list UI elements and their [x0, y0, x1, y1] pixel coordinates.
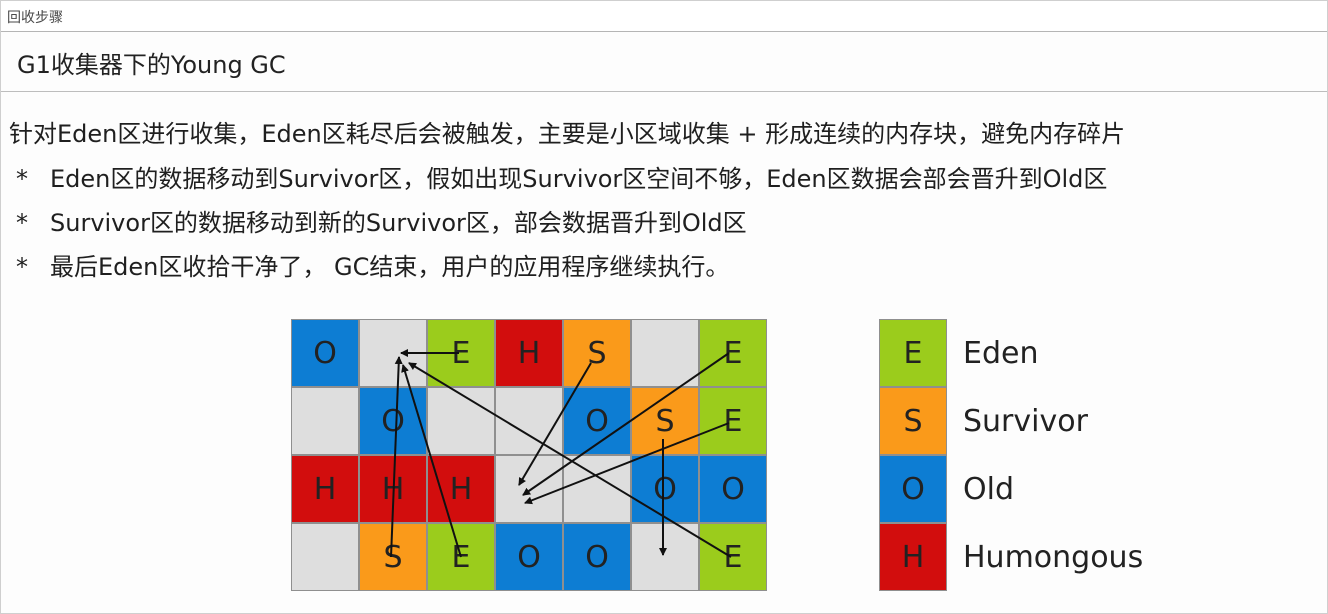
- bullet-item: * 最后Eden区收拾干净了， GC结束，用户的应用程序继续执行。: [16, 247, 729, 282]
- legend-key: O: [901, 471, 925, 507]
- bullet-marker: *: [16, 253, 28, 281]
- region-diagram: OEHSEOOSEHHHOOSEOOE: [291, 319, 767, 591]
- legend-label: Eden: [963, 335, 1039, 371]
- bullet-item: * Eden区的数据移动到Survivor区，假如出现Survivor区空间不够，…: [16, 159, 1107, 194]
- legend-swatch: S: [879, 387, 947, 455]
- arrow-line: [524, 422, 730, 505]
- legend-label: Survivor: [963, 403, 1088, 439]
- arrow-line: [390, 356, 403, 558]
- bullet-marker: *: [16, 209, 28, 237]
- legend-label: Old: [963, 471, 1014, 507]
- arrow-line: [408, 362, 732, 558]
- bullet-text: Eden区的数据移动到Survivor区，假如出现Survivor区空间不够，E…: [50, 165, 1108, 193]
- legend-key: H: [901, 539, 925, 575]
- window-title: 回收步骤: [7, 10, 63, 26]
- heading-divider: [1, 91, 1327, 92]
- legend-key: E: [903, 335, 923, 371]
- slide-window: 回收步骤 G1收集器下的Young GC 针对Eden区进行收集，Eden区耗尽…: [0, 0, 1328, 614]
- legend-item-eden: E Eden: [879, 319, 1179, 387]
- legend-item-humongous: H Humongous: [879, 523, 1179, 591]
- bullet-marker: *: [16, 165, 28, 193]
- legend-item-old: O Old: [879, 455, 1179, 523]
- copy-arrows: [390, 349, 732, 558]
- slide-heading: G1收集器下的Young GC: [17, 51, 286, 79]
- region-legend: E Eden S Survivor O Old H Humongous: [879, 319, 1179, 591]
- legend-key: S: [903, 403, 923, 439]
- intro-paragraph: 针对Eden区进行收集，Eden区耗尽后会被触发，主要是小区域收集 + 形成连续…: [9, 120, 1126, 148]
- legend-swatch: O: [879, 455, 947, 523]
- legend-label: Humongous: [963, 539, 1144, 575]
- legend-swatch: H: [879, 523, 947, 591]
- arrow-line: [401, 364, 462, 558]
- bullet-text: 最后Eden区收拾干净了， GC结束，用户的应用程序继续执行。: [50, 253, 730, 281]
- bullet-text: Survivor区的数据移动到新的Survivor区，部会数据晋升到Old区: [50, 209, 747, 237]
- legend-item-survivor: S Survivor: [879, 387, 1179, 455]
- legend-swatch: E: [879, 319, 947, 387]
- bullet-item: * Survivor区的数据移动到新的Survivor区，部会数据晋升到Old区: [16, 203, 747, 238]
- title-bar: 回收步骤: [1, 1, 1327, 32]
